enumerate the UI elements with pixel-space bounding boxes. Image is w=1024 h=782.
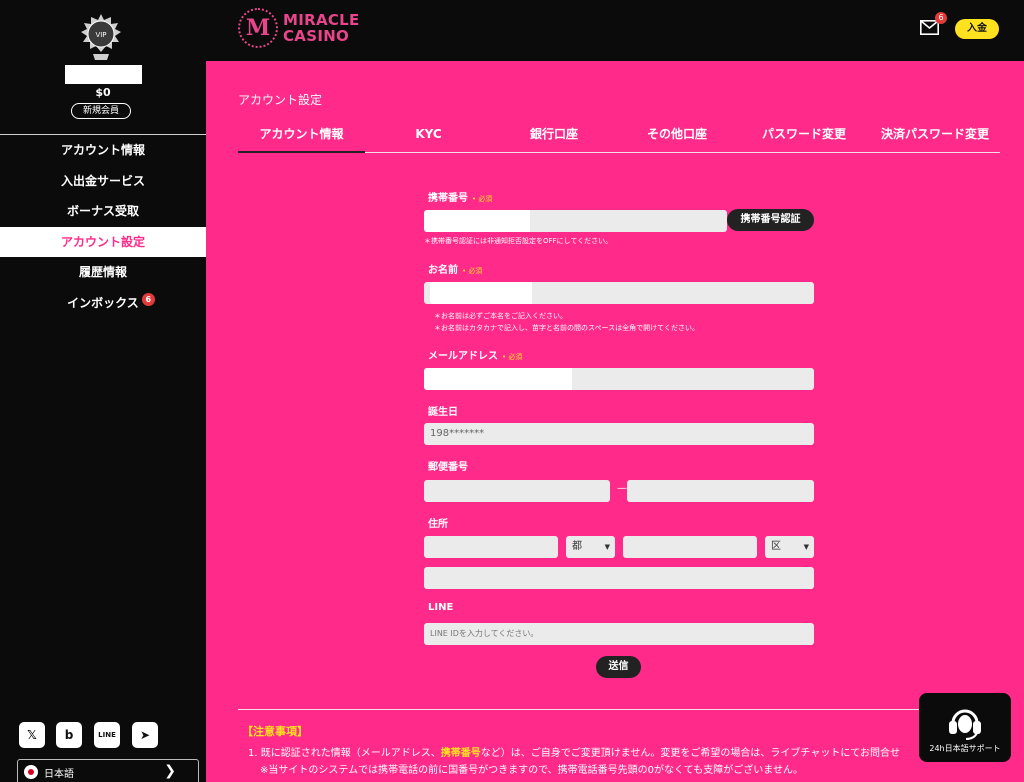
sidebar-item-label: ボーナス受取 (66, 204, 139, 219)
line-id-input[interactable]: LINE IDを入力してください。 (424, 623, 814, 645)
phone-verify-button[interactable]: 携帯番号認証 (727, 209, 814, 231)
sidebar-item-inbox[interactable]: インボックス 6 (0, 288, 206, 319)
name-note-1: ＊お名前は必ずご本名をご記入ください。 (434, 312, 567, 320)
address-ward-input[interactable] (623, 536, 757, 558)
required-mark: • 必須 (462, 267, 483, 275)
logo-text: MIRACLE CASINO (283, 12, 360, 44)
tab-payment-password-change[interactable]: 決済パスワード変更 (870, 123, 1000, 153)
postal-dash: — (617, 483, 627, 494)
sidebar-item-label: アカウント設定 (60, 234, 145, 249)
line-glyph: LINE (98, 731, 116, 739)
tab-password-change[interactable]: パスワード変更 (738, 123, 870, 153)
caret-down-icon: ▼ (803, 543, 809, 551)
language-label: 日本語 (44, 768, 74, 780)
top-header: M MIRACLE CASINO 6 入金 (206, 0, 1024, 61)
phone-label: 携帯番号 • 必須 (428, 189, 492, 204)
notice-line-1: 1. 既に認証された情報（メールアドレス、携帯番号など）は、ご自身でご変更頂けま… (248, 744, 900, 759)
tab-bank-account[interactable]: 銀行口座 (492, 123, 616, 153)
notice-highlight: 携帯番号 (440, 748, 481, 759)
logo[interactable]: M MIRACLE CASINO (238, 8, 360, 48)
sidebar-menu: アカウント情報 入出金サービス ボーナス受取 アカウント設定 履歴情報 インボッ… (0, 135, 206, 319)
name-label-text: お名前 (428, 265, 458, 276)
email-redacted (424, 368, 572, 390)
tab-kyc[interactable]: KYC (365, 123, 492, 153)
sidebar-item-history[interactable]: 履歴情報 (0, 257, 206, 288)
required-mark: • 必須 (502, 353, 523, 361)
email-field[interactable] (424, 368, 814, 390)
main-content: アカウント設定 アカウント情報 KYC 銀行口座 その他口座 パスワード変更 決… (206, 61, 1024, 782)
sidebar-item-label: 履歴情報 (78, 265, 127, 280)
sidebar-item-account-info[interactable]: アカウント情報 (0, 135, 206, 166)
submit-button[interactable]: 送信 (596, 656, 641, 678)
sidebar-item-account-settings[interactable]: アカウント設定 (0, 226, 206, 258)
x-glyph: 𝕏 (27, 728, 37, 742)
logo-line1: MIRACLE (283, 11, 360, 29)
tab-account-info[interactable]: アカウント情報 (238, 123, 365, 153)
japan-flag-icon (24, 765, 38, 779)
x-icon[interactable]: 𝕏 (19, 722, 45, 748)
settings-tabs: アカウント情報 KYC 銀行口座 その他口座 パスワード変更 決済パスワード変更 (238, 123, 1000, 153)
username-box (65, 65, 142, 84)
phone-field[interactable] (424, 210, 727, 232)
chevron-right-icon: ❯ (164, 763, 176, 779)
bluesky-icon[interactable]: b (56, 722, 82, 748)
notice-title: 【注意事項】 (242, 725, 308, 738)
postal-label: 郵便番号 (428, 462, 468, 473)
tab-other-account[interactable]: その他口座 (616, 123, 738, 153)
caret-down-icon: ▼ (604, 543, 610, 551)
address-prefecture-input[interactable] (424, 536, 558, 558)
email-label: メールアドレス • 必須 (428, 347, 522, 362)
notice-line-1b: など）は、ご自身でご変更頂けません。変更をご希望の場合は、ライブチャットにてお問… (480, 748, 901, 759)
name-label: お名前 • 必須 (428, 261, 482, 276)
email-label-text: メールアドレス (428, 351, 498, 362)
prefecture-select[interactable]: 都 ▼ (566, 536, 615, 558)
bluesky-glyph: b (64, 728, 74, 742)
line-label: LINE (428, 602, 454, 613)
name-redacted (430, 282, 532, 304)
vip-text: VIP (95, 31, 106, 39)
mail-count-badge: 6 (935, 12, 947, 24)
language-selector[interactable]: 日本語 ❯ (17, 759, 199, 782)
birthday-label: 誕生日 (428, 407, 458, 418)
line-icon[interactable]: LINE (94, 722, 120, 748)
postal-code-part2[interactable] (627, 480, 814, 502)
support-label: 24h日本語サポート (929, 744, 1001, 753)
phone-note: ＊携帯番号認証には非通知拒否設定をOFFにしてください。 (424, 237, 613, 245)
telegram-glyph: ➤ (139, 728, 151, 742)
notice-divider (238, 709, 1000, 710)
deposit-button[interactable]: 入金 (955, 19, 999, 39)
name-note-2: ＊お名前はカタカナで記入し、苗字と名前の間のスペースは全角で開けてください。 (434, 324, 699, 332)
sidebar-item-label: アカウント情報 (60, 143, 145, 157)
sidebar-item-label: 入出金サービス (60, 173, 145, 188)
inbox-count-badge: 6 (141, 292, 155, 306)
notice-line-1a: 1. 既に認証された情報（メールアドレス、 (248, 748, 441, 759)
sidebar-item-deposit-withdraw[interactable]: 入出金サービス (0, 166, 206, 197)
sidebar-item-bonus[interactable]: ボーナス受取 (0, 196, 206, 227)
telegram-icon[interactable]: ➤ (132, 722, 158, 748)
headset-icon (949, 709, 981, 740)
balance: $0 (95, 86, 111, 99)
page-title: アカウント設定 (238, 93, 323, 107)
logo-line2: CASINO (283, 27, 350, 45)
ward-select-value: 区 (771, 541, 781, 552)
birthday-field[interactable]: 198******* (424, 423, 814, 445)
required-mark: • 必須 (472, 195, 493, 203)
logo-mark-icon: M (238, 8, 278, 48)
name-field[interactable] (424, 282, 814, 304)
sidebar-item-label: インボックス (67, 295, 139, 310)
prefecture-select-value: 都 (572, 541, 582, 552)
vip-badge-icon: VIP (81, 14, 121, 60)
rank-badge: 新規会員 (71, 103, 131, 119)
phone-label-text: 携帯番号 (428, 193, 468, 204)
sidebar: VIP $0 新規会員 アカウント情報 入出金サービス ボーナス受取 アカウント… (0, 0, 206, 782)
notice-line-2: ※当サイトのシステムでは携帯電話の前に国番号がつきますので、携帯電話番号先頭の0… (260, 765, 803, 776)
support-chat-button[interactable]: 24h日本語サポート (919, 693, 1011, 762)
address-label: 住所 (428, 519, 448, 530)
address-detail-input[interactable] (424, 567, 814, 589)
postal-code-part1[interactable] (424, 480, 610, 502)
ward-select[interactable]: 区 ▼ (765, 536, 814, 558)
phone-redacted (424, 210, 530, 232)
